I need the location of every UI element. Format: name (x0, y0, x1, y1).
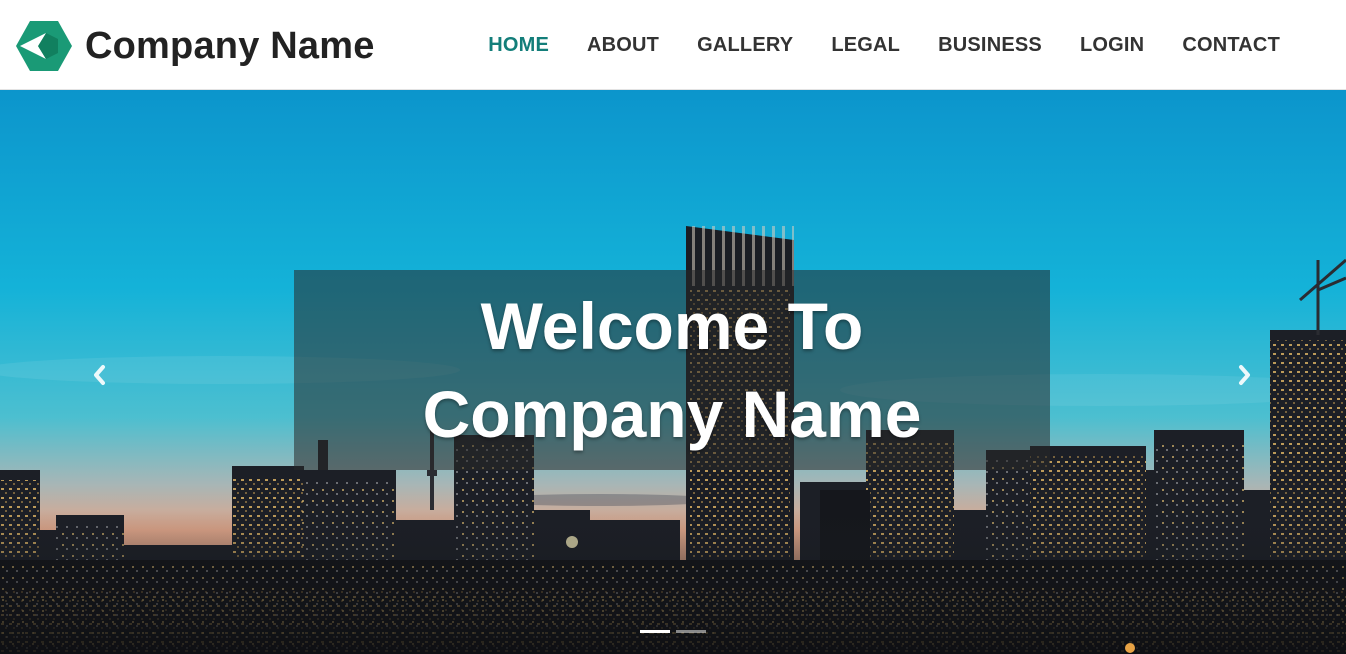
nav-link-login[interactable]: LOGIN (1080, 32, 1144, 58)
carousel-indicator-1[interactable] (640, 630, 670, 633)
carousel-next-button[interactable] (1230, 360, 1260, 390)
chevron-right-icon (1239, 365, 1250, 385)
nav-link-business[interactable]: BUSINESS (938, 32, 1042, 58)
nav-item-contact: CONTACT (1182, 32, 1280, 58)
nav-item-business: BUSINESS (938, 32, 1042, 58)
main-nav: HOME ABOUT GALLERY LEGAL BUSINESS LOGIN … (488, 32, 1280, 58)
hero-title-line2: Company Name (422, 377, 922, 451)
company-logo-icon (16, 21, 72, 71)
hero-title-line1: Welcome To (480, 289, 864, 363)
nav-item-login: LOGIN (1080, 32, 1144, 58)
brand-name: Company Name (85, 24, 375, 67)
carousel-indicators (640, 630, 706, 633)
carousel-prev-button[interactable] (84, 360, 114, 390)
nav-link-contact[interactable]: CONTACT (1182, 32, 1280, 58)
nav-item-home: HOME (488, 32, 549, 58)
nav-item-about: ABOUT (587, 32, 659, 58)
navbar: Company Name HOME ABOUT GALLERY LEGAL BU… (0, 0, 1346, 90)
nav-link-home[interactable]: HOME (488, 32, 549, 58)
nav-link-about[interactable]: ABOUT (587, 32, 659, 58)
hero-caption: Welcome To Company Name (294, 270, 1050, 470)
hero-carousel: Welcome To Company Name (0, 90, 1346, 654)
nav-item-gallery: GALLERY (697, 32, 793, 58)
nav-item-legal: LEGAL (831, 32, 900, 58)
chevron-left-icon (94, 365, 105, 385)
nav-link-legal[interactable]: LEGAL (831, 32, 900, 58)
nav-link-gallery[interactable]: GALLERY (697, 32, 793, 58)
brand-link[interactable]: Company Name (16, 20, 375, 72)
carousel-indicator-2[interactable] (676, 630, 706, 633)
